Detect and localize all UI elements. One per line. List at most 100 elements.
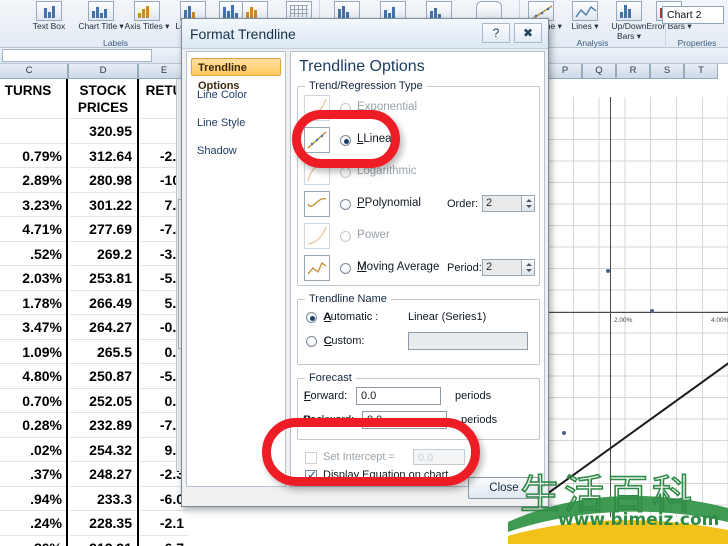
regression-type-legend: Trend/Regression Type	[305, 80, 427, 92]
table-cell[interactable]: .37%	[0, 462, 66, 487]
period-input[interactable]: 2	[482, 259, 522, 276]
power-radio[interactable]	[340, 231, 351, 242]
table-cell[interactable]: -6.7	[140, 536, 188, 546]
column-header-q[interactable]: Q	[582, 64, 616, 79]
column-header-c[interactable]: C	[0, 64, 68, 79]
table-cell[interactable]: 2.03%	[0, 266, 66, 291]
custom-radio[interactable]	[306, 336, 317, 347]
order-spinner[interactable]	[522, 195, 535, 212]
table-cell[interactable]: 228.35	[70, 511, 136, 536]
exponential-radio[interactable]	[340, 103, 351, 114]
table-cell[interactable]: 232.89	[70, 413, 136, 438]
table-cell[interactable]: 301.22	[70, 193, 136, 217]
automatic-radio[interactable]	[306, 312, 317, 323]
formula-input[interactable]	[2, 49, 152, 62]
forward-input[interactable]: 0.0	[356, 387, 441, 405]
table-cell[interactable]: 1.09%	[0, 340, 66, 364]
ribbon-label-text-box: Text Box	[32, 21, 66, 31]
table-cell[interactable]: 252.05	[70, 389, 136, 413]
table-cell[interactable]: 277.69	[70, 217, 136, 242]
table-cell[interactable]: .94%	[0, 487, 66, 511]
table-cell[interactable]: 280.98	[70, 168, 136, 193]
nav-item-line-style[interactable]: Line Style	[191, 114, 281, 132]
table-header-cell[interactable]: TURNS	[0, 79, 66, 119]
nav-item-trendline-options[interactable]: Trendline Options	[191, 58, 281, 92]
table-cell[interactable]: 266.49	[70, 291, 136, 315]
table-cell[interactable]: 4.71%	[0, 217, 66, 242]
regression-option-logarithmic[interactable]: Logarithmic	[304, 159, 534, 189]
scatter-chart[interactable]: 2.00% 4.00% Stock	[540, 79, 728, 546]
table-cell[interactable]: 212.91	[70, 536, 136, 546]
column-header-d[interactable]: D	[68, 64, 138, 79]
updown-bars-icon	[616, 1, 642, 21]
forecast-legend: Forecast	[305, 372, 356, 384]
table-cell[interactable]: 250.87	[70, 364, 136, 389]
nav-item-shadow[interactable]: Shadow	[191, 142, 281, 160]
table-cell[interactable]: 0.28%	[0, 413, 66, 438]
polynomial-label-text: Polynomial	[364, 197, 421, 209]
nav-item-line-color[interactable]: Line Color	[191, 86, 281, 104]
regression-option-power[interactable]: PPower	[304, 223, 534, 253]
table-cell[interactable]: 320.95	[70, 119, 136, 144]
close-icon[interactable]: ✖	[514, 23, 542, 43]
help-icon[interactable]: ?	[482, 23, 510, 43]
table-cell[interactable]: -2.1	[140, 511, 188, 536]
forward-label: FForward:	[303, 390, 348, 402]
dialog-title-bar[interactable]: Format Trendline ? ✖	[182, 19, 548, 49]
set-intercept-checkbox[interactable]	[305, 452, 317, 464]
table-cell[interactable]: .24%	[0, 511, 66, 536]
regression-option-exponential[interactable]: Exponential	[304, 95, 534, 125]
table-cell[interactable]: 4.80%	[0, 364, 66, 389]
ribbon-button-axis-titles[interactable]: Axis Titles ▾	[124, 0, 170, 32]
regression-option-linear[interactable]: LLinear	[304, 127, 534, 157]
ribbon-button-chart-title[interactable]: Chart Title ▾	[78, 0, 124, 32]
table-cell[interactable]: 265.5	[70, 340, 136, 364]
table-cell[interactable]: 269.2	[70, 242, 136, 266]
custom-label-text: Custom:	[323, 335, 365, 347]
period-spinner[interactable]	[522, 259, 535, 276]
custom-label: CCustom:	[323, 335, 365, 347]
linear-radio[interactable]	[340, 135, 351, 146]
logarithmic-thumb-icon	[304, 159, 330, 185]
table-cell[interactable]: .52%	[0, 242, 66, 266]
table-cell[interactable]: 0.70%	[0, 389, 66, 413]
logarithmic-radio[interactable]	[340, 167, 351, 178]
table-cell[interactable]: 1.78%	[0, 291, 66, 315]
ribbon-button-text-box[interactable]: Text Box	[26, 0, 72, 32]
backward-input[interactable]: 0.0	[362, 411, 447, 429]
column-header-r[interactable]: R	[616, 64, 650, 79]
power-label-text: Power	[357, 229, 390, 241]
chart-name-box[interactable]: Chart 2	[662, 6, 724, 24]
table-cell[interactable]: 2.89%	[0, 168, 66, 193]
trendline-name-group: Trendline Name AAutomatic : Linear (Seri…	[297, 293, 540, 365]
column-header-p[interactable]: P	[548, 64, 582, 79]
regression-option-moving-average[interactable]: MMoving Average Period: 2	[304, 255, 535, 285]
table-cell[interactable]: 248.27	[70, 462, 136, 487]
regression-option-polynomial[interactable]: PPolynomial Order: 2	[304, 191, 535, 221]
trendline-name-legend: Trendline Name	[305, 293, 391, 305]
table-cell[interactable]: .80%	[0, 536, 66, 546]
ribbon-button-lines[interactable]: Lines ▾	[562, 0, 608, 32]
table-cell[interactable]: .02%	[0, 438, 66, 462]
text-box-icon	[36, 1, 62, 21]
close-button[interactable]: Close	[468, 477, 540, 499]
table-cell[interactable]: 254.32	[70, 438, 136, 462]
column-header-t[interactable]: T	[684, 64, 718, 79]
display-equation-checkbox[interactable]	[305, 468, 317, 482]
polynomial-radio[interactable]	[340, 199, 351, 210]
table-cell[interactable]: 3.47%	[0, 315, 66, 340]
table-cell[interactable]: 3.23%	[0, 193, 66, 217]
set-intercept-input[interactable]: 0.0	[413, 449, 465, 465]
table-cell[interactable]: 264.27	[70, 315, 136, 340]
column-header-s[interactable]: S	[650, 64, 684, 79]
table-cell[interactable]	[0, 119, 66, 144]
table-cell[interactable]: 312.64	[70, 144, 136, 168]
custom-name-input[interactable]	[408, 332, 528, 350]
table-cell[interactable]: 233.3	[70, 487, 136, 511]
display-equation-label-text: Display Equation on chart	[323, 469, 449, 481]
table-cell[interactable]: 0.79%	[0, 144, 66, 168]
order-input[interactable]: 2	[482, 195, 522, 212]
moving-average-radio[interactable]	[340, 263, 351, 274]
table-header-cell[interactable]: STOCK PRICES	[70, 79, 136, 119]
table-cell[interactable]: 253.81	[70, 266, 136, 291]
